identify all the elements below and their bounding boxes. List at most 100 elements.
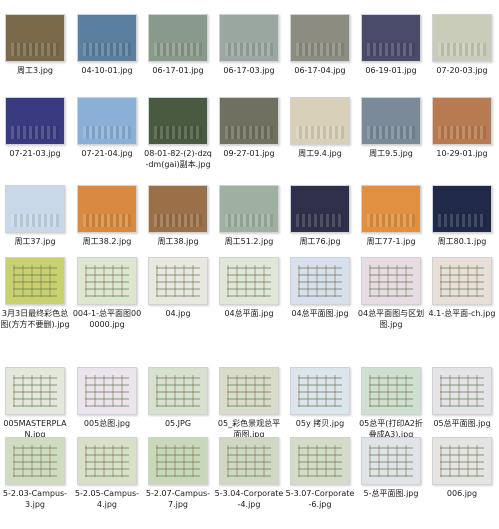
- file-name-label: 05.JPG: [164, 419, 192, 428]
- file-thumbnail: [148, 97, 208, 145]
- file-name-label: 04总平面.jpg: [224, 309, 274, 318]
- file-thumbnail: [77, 185, 137, 233]
- file-name-label: 09-27-01.jpg: [223, 149, 275, 158]
- file-item[interactable]: 004-1-总平面图000000.jpg: [72, 255, 142, 349]
- file-name-label: 周工80.1.jpg: [437, 237, 487, 246]
- file-item[interactable]: 07-21-04.jpg: [72, 95, 142, 189]
- file-thumbnail: [5, 437, 65, 485]
- file-name-label: 06-17-01.jpg: [152, 66, 204, 75]
- file-thumbnail: [432, 437, 492, 485]
- file-name-label: 07-21-03.jpg: [9, 149, 61, 158]
- file-name-label: 5-3.07-Corporate-6.jpg: [285, 489, 355, 509]
- file-thumbnail: [148, 14, 208, 62]
- file-thumbnail: [432, 97, 492, 145]
- file-name-label: 04总平面图.jpg: [291, 309, 349, 318]
- file-item[interactable]: 10-29-01.jpg: [427, 95, 497, 189]
- file-item[interactable]: 5-2.03-Campus-3.jpg: [0, 435, 70, 529]
- file-item[interactable]: 4.1-总平面-ch.jpg: [427, 255, 497, 349]
- file-thumbnail: [219, 257, 279, 305]
- file-thumbnail: [361, 14, 421, 62]
- file-item[interactable]: 周工9.5.jpg: [356, 95, 426, 189]
- file-item[interactable]: 04.jpg: [143, 255, 213, 349]
- file-thumbnail: [219, 97, 279, 145]
- file-name-label: 05y 拷贝.jpg: [295, 419, 345, 428]
- file-name-label: 周工38.2.jpg: [82, 237, 132, 246]
- file-thumbnail: [361, 257, 421, 305]
- file-thumbnail: [290, 257, 350, 305]
- file-name-label: 05总平面图.jpg: [433, 419, 491, 428]
- file-thumbnail: [5, 257, 65, 305]
- file-thumbnail: [77, 257, 137, 305]
- file-item[interactable]: 5-2.05-Campus-4.jpg: [72, 435, 142, 529]
- file-thumbnail: [432, 367, 492, 415]
- file-thumbnail: [361, 437, 421, 485]
- file-thumbnail: [77, 367, 137, 415]
- file-thumbnail: [148, 367, 208, 415]
- file-item[interactable]: 07-21-03.jpg: [0, 95, 70, 189]
- file-thumbnail: [5, 97, 65, 145]
- file-name-label: 周工51.2.jpg: [224, 237, 274, 246]
- file-item[interactable]: 周工9.4.jpg: [285, 95, 355, 189]
- file-item[interactable]: 04-10-01.jpg: [72, 12, 142, 106]
- file-name-label: 06-17-03.jpg: [223, 66, 275, 75]
- file-thumbnail: [77, 97, 137, 145]
- file-item[interactable]: 5-3.07-Corporate-6.jpg: [285, 435, 355, 529]
- file-name-label: 08-01-82-(2)-dzq-dm(gai)副本.jpg: [144, 149, 212, 169]
- file-name-label: 3月3日最终彩色总图(方方不要删).jpg: [0, 309, 70, 329]
- file-thumbnail: [219, 367, 279, 415]
- file-item[interactable]: 07-20-03.jpg: [427, 12, 497, 106]
- file-item[interactable]: 06-19-01.jpg: [356, 12, 426, 106]
- file-item[interactable]: 3月3日最终彩色总图(方方不要删).jpg: [0, 255, 70, 349]
- file-name-label: 5-总平面图.jpg: [363, 489, 419, 498]
- file-thumbnail: [432, 14, 492, 62]
- file-name-label: 4.1-总平面-ch.jpg: [428, 309, 496, 318]
- file-name-label: 04总平面图与区划图.jpg: [357, 309, 425, 329]
- file-thumbnail: [5, 367, 65, 415]
- file-thumbnail: [290, 97, 350, 145]
- file-name-label: 005总图.jpg: [83, 419, 131, 428]
- file-name-label: 04-10-01.jpg: [81, 66, 133, 75]
- file-item[interactable]: 09-27-01.jpg: [214, 95, 284, 189]
- file-item[interactable]: 08-01-82-(2)-dzq-dm(gai)副本.jpg: [143, 95, 213, 189]
- file-name-label: 07-20-03.jpg: [436, 66, 488, 75]
- file-thumbnail: [77, 14, 137, 62]
- file-thumbnail: [432, 257, 492, 305]
- file-name-label: 04.jpg: [165, 309, 191, 318]
- file-name-label: 006.jpg: [446, 489, 478, 498]
- file-name-label: 周工76.jpg: [299, 237, 341, 246]
- file-item[interactable]: 5-2.07-Campus-7.jpg: [143, 435, 213, 529]
- file-name-label: 5-2.03-Campus-3.jpg: [2, 489, 68, 509]
- file-item[interactable]: 5-总平面图.jpg: [356, 435, 426, 529]
- file-thumbnail: [219, 14, 279, 62]
- file-name-label: 周工9.4.jpg: [298, 149, 342, 158]
- file-name-label: 周工9.5.jpg: [369, 149, 413, 158]
- file-name-label: 周工38.jpg: [157, 237, 199, 246]
- file-thumbnail: [148, 437, 208, 485]
- file-name-label: 周工3.jpg: [16, 66, 53, 75]
- file-thumbnail: [290, 367, 350, 415]
- file-icon-grid: 周工3.jpg 04-10-01.jpg 06-17-01.jpg 06-17-03.…: [0, 0, 499, 512]
- file-thumbnail: [361, 367, 421, 415]
- file-name-label: 5-3.04-Corporate-4.jpg: [214, 489, 284, 509]
- file-item[interactable]: 5-3.04-Corporate-4.jpg: [214, 435, 284, 529]
- file-thumbnail: [432, 185, 492, 233]
- file-name-label: 周工37.jpg: [14, 237, 56, 246]
- file-item[interactable]: 04总平面图.jpg: [285, 255, 355, 349]
- file-item[interactable]: 06-17-04.jpg: [285, 12, 355, 106]
- file-thumbnail: [77, 437, 137, 485]
- file-item[interactable]: 04总平面.jpg: [214, 255, 284, 349]
- file-name-label: 07-21-04.jpg: [81, 149, 133, 158]
- file-thumbnail: [361, 185, 421, 233]
- file-thumbnail: [148, 185, 208, 233]
- file-item[interactable]: 04总平面图与区划图.jpg: [356, 255, 426, 349]
- file-name-label: 10-29-01.jpg: [436, 149, 488, 158]
- file-name-label: 004-1-总平面图000000.jpg: [72, 309, 142, 329]
- file-item[interactable]: 06-17-03.jpg: [214, 12, 284, 106]
- file-item[interactable]: 006.jpg: [427, 435, 497, 529]
- file-item[interactable]: 06-17-01.jpg: [143, 12, 213, 106]
- file-item[interactable]: 周工3.jpg: [0, 12, 70, 106]
- file-name-label: 周工77-1.jpg: [366, 237, 416, 246]
- file-name-label: 06-19-01.jpg: [365, 66, 417, 75]
- file-thumbnail: [219, 185, 279, 233]
- file-thumbnail: [290, 14, 350, 62]
